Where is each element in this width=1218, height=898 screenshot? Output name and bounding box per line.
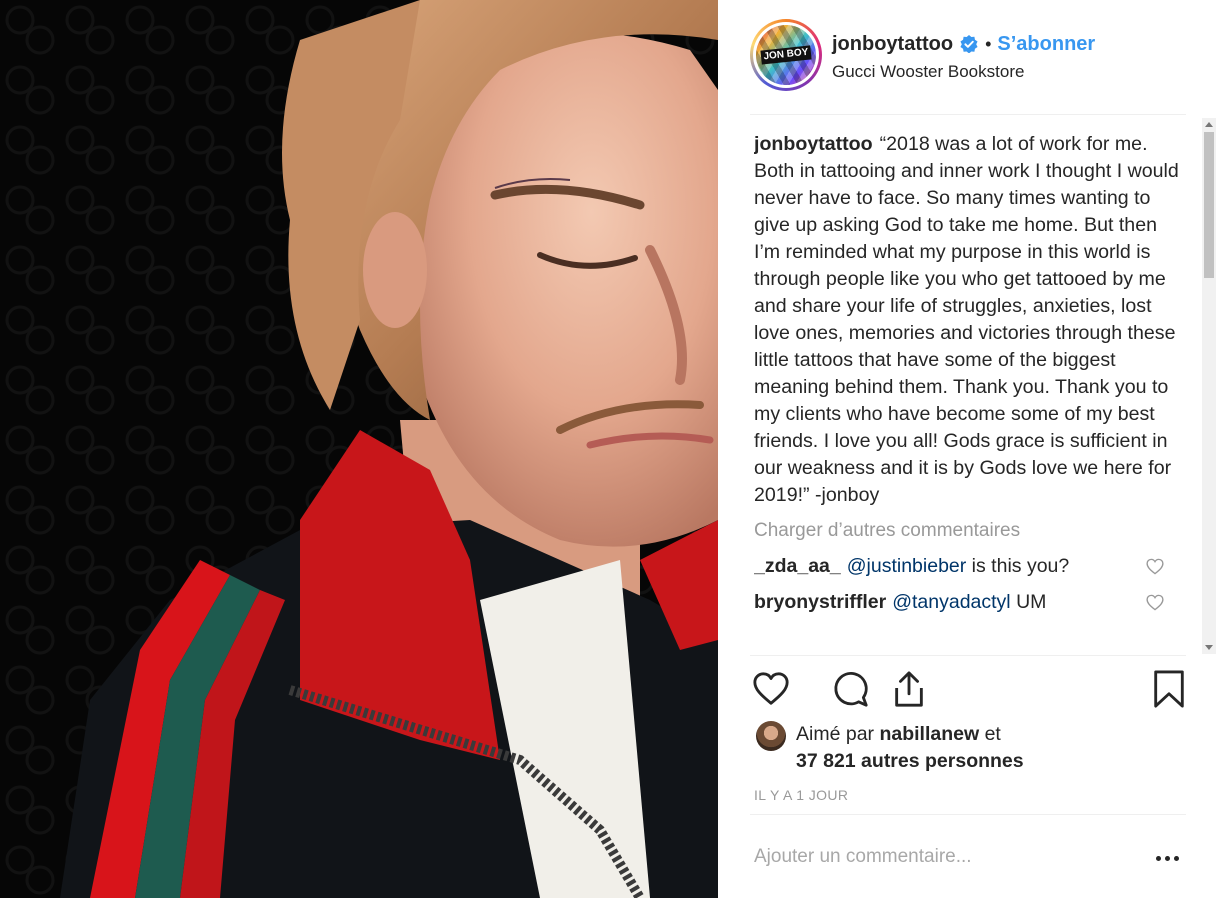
comment-icon[interactable] [832, 670, 870, 708]
comment-username[interactable]: _zda_aa_ [754, 555, 841, 577]
header-separator: • [985, 33, 992, 54]
caption-text: “2018 was a lot of work for me. Both in … [754, 133, 1179, 506]
comments-scrollbar[interactable] [1202, 118, 1216, 654]
actions-divider [750, 655, 1186, 656]
load-more-comments-button[interactable]: Charger d’autres commentaires [754, 520, 1186, 542]
comment-mention[interactable]: @tanyadactyl [892, 591, 1010, 613]
post-timestamp[interactable]: IL Y A 1 JOUR [754, 787, 848, 803]
post-photo [0, 0, 718, 898]
share-icon[interactable] [890, 670, 928, 708]
instagram-post-modal: JON BOY jonboytattoo • S’abonner Gucci W… [0, 0, 1218, 898]
likes-others-count[interactable]: 37 821 autres personnes [796, 750, 1024, 772]
post-actions-bar [752, 666, 1188, 712]
scrollbar-thumb[interactable] [1204, 132, 1214, 278]
post-header: JON BOY jonboytattoo • S’abonner Gucci W… [750, 19, 1185, 93]
add-comment-input[interactable]: Ajouter un commentaire... [754, 846, 972, 868]
heart-icon[interactable] [752, 670, 790, 708]
post-caption: jonboytattoo “2018 was a lot of work for … [754, 131, 1186, 509]
comment-like-heart-icon[interactable] [1146, 558, 1164, 575]
scroll-up-arrow-icon[interactable] [1205, 122, 1213, 127]
more-options-icon[interactable] [1156, 846, 1182, 870]
post-photo-illustration [0, 0, 718, 898]
comment-like-heart-icon[interactable] [1146, 594, 1164, 611]
comment-username[interactable]: bryonystriffler [754, 591, 886, 613]
liker-avatar[interactable] [756, 721, 786, 751]
author-username[interactable]: jonboytattoo [832, 33, 953, 56]
comments-list[interactable]: jonboytattoo “2018 was a lot of work for … [754, 131, 1186, 653]
comment-text: UM [1010, 591, 1047, 613]
header-divider [750, 114, 1186, 115]
comment-item: _zda_aa_ @justinbieber is this you? [754, 554, 1186, 578]
likes-summary: Aimé par nabillanew et 37 821 autres per… [756, 721, 1176, 776]
likes-first-user[interactable]: nabillanew [879, 723, 979, 745]
follow-button[interactable]: S’abonner [997, 33, 1095, 56]
scroll-down-arrow-icon[interactable] [1205, 645, 1213, 650]
likes-prefix: Aimé par [796, 723, 880, 745]
author-avatar[interactable]: JON BOY [750, 19, 822, 91]
bookmark-icon[interactable] [1150, 670, 1188, 708]
caption-username[interactable]: jonboytattoo [754, 133, 873, 155]
comment-text: is this you? [966, 555, 1070, 577]
comment-item: bryonystriffler @tanyadactyl UM [754, 590, 1186, 614]
comment-box-divider [750, 814, 1186, 815]
post-side-panel: JON BOY jonboytattoo • S’abonner Gucci W… [718, 0, 1218, 898]
comment-mention[interactable]: @justinbieber [847, 555, 967, 577]
likes-joiner: et [979, 723, 1001, 745]
post-location[interactable]: Gucci Wooster Bookstore [832, 62, 1024, 82]
verified-badge-icon [960, 35, 978, 53]
